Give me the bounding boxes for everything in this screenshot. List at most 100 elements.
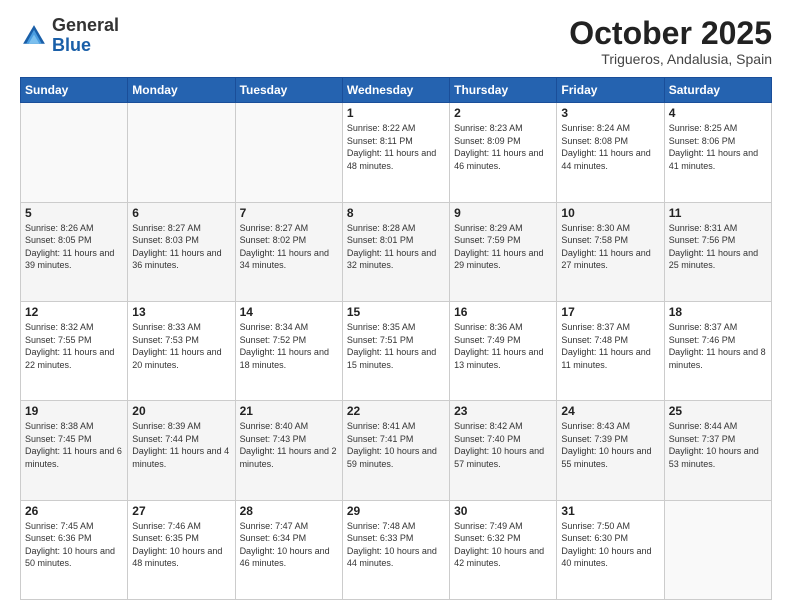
calendar-cell: 27Sunrise: 7:46 AM Sunset: 6:35 PM Dayli… [128,500,235,599]
day-number: 9 [454,206,552,220]
day-number: 4 [669,106,767,120]
col-saturday: Saturday [664,78,771,103]
calendar-table: Sunday Monday Tuesday Wednesday Thursday… [20,77,772,600]
calendar-title: October 2025 [569,16,772,51]
calendar-header-row: Sunday Monday Tuesday Wednesday Thursday… [21,78,772,103]
calendar-cell: 19 Sunrise: 8:38 AM Sunset: 7:45 PM Dayli… [21,401,128,500]
calendar-week-row: 26 Sunrise: 7:45 AM Sunset: 6:36 PM Dayli… [21,500,772,599]
calendar-week-row: 19 Sunrise: 8:38 AM Sunset: 7:45 PM Dayli… [21,401,772,500]
day-number: 30 [454,504,552,518]
day-number: 26 [25,504,123,518]
calendar-cell [128,103,235,202]
day-number: 18 [669,305,767,319]
calendar-cell: 12 Sunrise: 8:32 AM Sunset: 7:55 PM Dayli… [21,301,128,400]
day-number: 15 [347,305,445,319]
calendar-cell: 6 Sunrise: 8:27 AM Sunset: 8:03 PM Daylig… [128,202,235,301]
day-number: 7 [240,206,338,220]
calendar-cell [664,500,771,599]
cell-info: Sunrise: 8:42 AM Sunset: 7:40 PM Dayligh… [454,420,552,470]
cell-info: Sunrise: 8:23 AM Sunset: 8:09 PM Dayligh… [454,122,552,172]
col-friday: Friday [557,78,664,103]
logo-general-text: General [52,15,119,35]
calendar-cell: 20 Sunrise: 8:39 AM Sunset: 7:44 PM Dayli… [128,401,235,500]
day-number: 20 [132,404,230,418]
day-number: 22 [347,404,445,418]
day-number: 14 [240,305,338,319]
cell-info: Sunrise: 7:46 AM Sunset: 6:35 PM Dayligh… [132,520,230,570]
page: General Blue October 2025 Trigueros, And… [0,0,792,612]
cell-info: Sunrise: 8:28 AM Sunset: 8:01 PM Dayligh… [347,222,445,272]
day-number: 25 [669,404,767,418]
cell-info: Sunrise: 8:35 AM Sunset: 7:51 PM Dayligh… [347,321,445,371]
day-number: 5 [25,206,123,220]
header: General Blue October 2025 Trigueros, And… [20,16,772,67]
calendar-week-row: 5Sunrise: 8:26 AM Sunset: 8:05 PM Daylig… [21,202,772,301]
day-number: 12 [25,305,123,319]
col-thursday: Thursday [450,78,557,103]
cell-info: Sunrise: 8:32 AM Sunset: 7:55 PM Dayligh… [25,321,123,371]
day-number: 21 [240,404,338,418]
calendar-cell [21,103,128,202]
cell-info: Sunrise: 8:25 AM Sunset: 8:06 PM Dayligh… [669,122,767,172]
cell-info: Sunrise: 8:33 AM Sunset: 7:53 PM Dayligh… [132,321,230,371]
calendar-cell: 17 Sunrise: 8:37 AM Sunset: 7:48 PM Dayli… [557,301,664,400]
cell-info: Sunrise: 8:27 AM Sunset: 8:03 PM Dayligh… [132,222,230,272]
cell-info: Sunrise: 8:39 AM Sunset: 7:44 PM Dayligh… [132,420,230,470]
day-number: 13 [132,305,230,319]
day-number: 10 [561,206,659,220]
day-number: 3 [561,106,659,120]
calendar-cell: 13 Sunrise: 8:33 AM Sunset: 7:53 PM Dayli… [128,301,235,400]
cell-info: Sunrise: 8:36 AM Sunset: 7:49 PM Dayligh… [454,321,552,371]
calendar-cell: 14Sunrise: 8:34 AM Sunset: 7:52 PM Dayli… [235,301,342,400]
cell-info: Sunrise: 7:48 AM Sunset: 6:33 PM Dayligh… [347,520,445,570]
day-number: 23 [454,404,552,418]
cell-info: Sunrise: 8:24 AM Sunset: 8:08 PM Dayligh… [561,122,659,172]
cell-info: Sunrise: 8:22 AM Sunset: 8:11 PM Dayligh… [347,122,445,172]
calendar-cell: 30Sunrise: 7:49 AM Sunset: 6:32 PM Dayli… [450,500,557,599]
cell-info: Sunrise: 8:40 AM Sunset: 7:43 PM Dayligh… [240,420,338,470]
cell-info: Sunrise: 8:44 AM Sunset: 7:37 PM Dayligh… [669,420,767,470]
cell-info: Sunrise: 7:45 AM Sunset: 6:36 PM Dayligh… [25,520,123,570]
col-sunday: Sunday [21,78,128,103]
calendar-cell: 16 Sunrise: 8:36 AM Sunset: 7:49 PM Dayli… [450,301,557,400]
cell-info: Sunrise: 7:50 AM Sunset: 6:30 PM Dayligh… [561,520,659,570]
cell-info: Sunrise: 8:27 AM Sunset: 8:02 PM Dayligh… [240,222,338,272]
day-number: 16 [454,305,552,319]
calendar-cell: 25 Sunrise: 8:44 AM Sunset: 7:37 PM Dayli… [664,401,771,500]
calendar-cell: 22Sunrise: 8:41 AM Sunset: 7:41 PM Dayli… [342,401,449,500]
calendar-location: Trigueros, Andalusia, Spain [569,51,772,67]
cell-info: Sunrise: 8:43 AM Sunset: 7:39 PM Dayligh… [561,420,659,470]
day-number: 8 [347,206,445,220]
logo-blue-text: Blue [52,35,91,55]
title-block: October 2025 Trigueros, Andalusia, Spain [569,16,772,67]
col-tuesday: Tuesday [235,78,342,103]
calendar-cell: 8 Sunrise: 8:28 AM Sunset: 8:01 PM Daylig… [342,202,449,301]
day-number: 31 [561,504,659,518]
col-wednesday: Wednesday [342,78,449,103]
cell-info: Sunrise: 8:38 AM Sunset: 7:45 PM Dayligh… [25,420,123,470]
cell-info: Sunrise: 8:29 AM Sunset: 7:59 PM Dayligh… [454,222,552,272]
day-number: 17 [561,305,659,319]
calendar-cell: 2 Sunrise: 8:23 AM Sunset: 8:09 PM Daylig… [450,103,557,202]
day-number: 6 [132,206,230,220]
day-number: 19 [25,404,123,418]
calendar-cell: 3 Sunrise: 8:24 AM Sunset: 8:08 PM Daylig… [557,103,664,202]
logo-text: General Blue [52,16,119,56]
day-number: 2 [454,106,552,120]
calendar-cell: 21 Sunrise: 8:40 AM Sunset: 7:43 PM Dayli… [235,401,342,500]
calendar-cell: 11Sunrise: 8:31 AM Sunset: 7:56 PM Dayli… [664,202,771,301]
calendar-cell: 31 Sunrise: 7:50 AM Sunset: 6:30 PM Dayli… [557,500,664,599]
calendar-cell: 29 Sunrise: 7:48 AM Sunset: 6:33 PM Dayli… [342,500,449,599]
cell-info: Sunrise: 8:31 AM Sunset: 7:56 PM Dayligh… [669,222,767,272]
cell-info: Sunrise: 8:37 AM Sunset: 7:48 PM Dayligh… [561,321,659,371]
day-number: 28 [240,504,338,518]
calendar-cell: 7 Sunrise: 8:27 AM Sunset: 8:02 PM Daylig… [235,202,342,301]
day-number: 29 [347,504,445,518]
logo-icon [20,22,48,50]
calendar-cell: 15 Sunrise: 8:35 AM Sunset: 7:51 PM Dayli… [342,301,449,400]
col-monday: Monday [128,78,235,103]
day-number: 1 [347,106,445,120]
calendar-week-row: 12 Sunrise: 8:32 AM Sunset: 7:55 PM Dayli… [21,301,772,400]
calendar-cell: 24Sunrise: 8:43 AM Sunset: 7:39 PM Dayli… [557,401,664,500]
calendar-cell: 23 Sunrise: 8:42 AM Sunset: 7:40 PM Dayli… [450,401,557,500]
